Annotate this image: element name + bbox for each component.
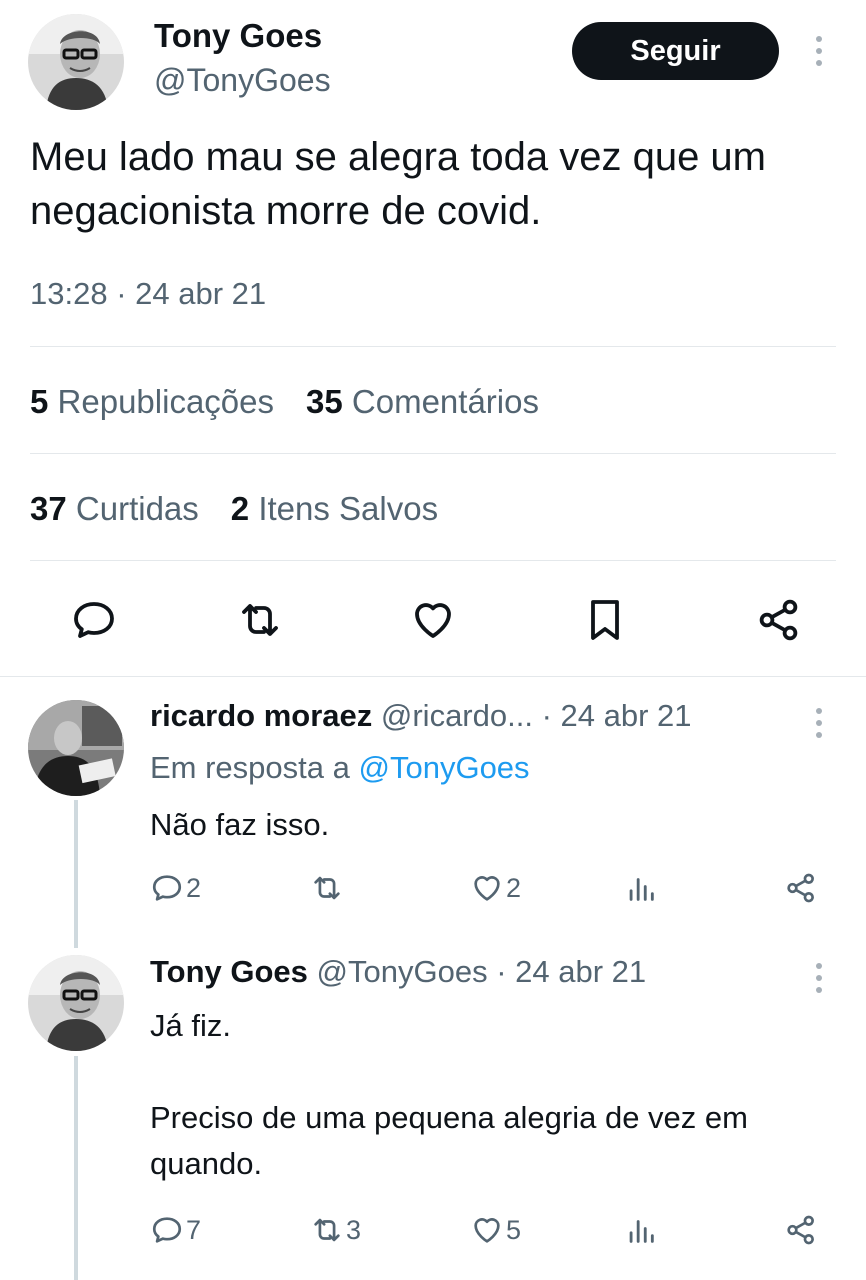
retweet-icon[interactable] <box>232 592 288 648</box>
reply-actions: 2 2 <box>0 868 866 908</box>
comments-stat[interactable]: 35 Comentários <box>306 380 539 424</box>
reply-text-line2: Preciso de uma pequena alegria de vez em… <box>150 1100 748 1181</box>
reposts-stat[interactable]: 5 Republicações <box>30 380 274 424</box>
heart-icon[interactable] <box>405 592 461 648</box>
reply-to-link[interactable]: @TonyGoes <box>359 750 530 785</box>
reply-icon <box>152 875 182 901</box>
views-icon[interactable] <box>624 1210 658 1250</box>
likes-stat[interactable]: 37 Curtidas <box>30 487 199 531</box>
reply-author-handle[interactable]: @TonyGoes <box>317 954 488 989</box>
saves-stat[interactable]: 2 Itens Salvos <box>231 487 438 531</box>
reply-icon[interactable] <box>66 592 122 648</box>
tweet-text: Meu lado mau se alegra toda vez que um n… <box>30 135 766 233</box>
divider <box>30 453 836 454</box>
author-handle[interactable]: @TonyGoes <box>154 60 331 100</box>
author-avatar[interactable] <box>28 14 124 110</box>
heart-icon <box>474 1218 500 1243</box>
share-icon[interactable] <box>784 868 818 908</box>
heart-icon <box>474 876 500 901</box>
reply-header: Tony Goes @TonyGoes · 24 abr 21 <box>150 952 646 992</box>
more-options-icon[interactable] <box>813 963 825 993</box>
retweet-icon <box>314 1218 340 1242</box>
tweet-actions <box>0 592 866 648</box>
divider <box>0 676 866 677</box>
retweet-icon <box>314 876 340 900</box>
share-icon[interactable] <box>751 592 807 648</box>
bookmark-icon[interactable] <box>577 592 633 648</box>
stats-row-2: 37 Curtidas 2 Itens Salvos <box>30 487 438 531</box>
reply-reply-button[interactable]: 2 <box>150 868 201 908</box>
reply-retweet-button[interactable]: 3 <box>310 1210 361 1250</box>
reply-date[interactable]: · 24 abr 21 <box>496 954 646 989</box>
divider <box>30 346 836 347</box>
tweet-timestamp[interactable]: 13:28 · 24 abr 21 <box>30 272 266 316</box>
reply-to-line: Em resposta a @TonyGoes <box>150 750 530 785</box>
reply-avatar[interactable] <box>28 955 124 1051</box>
reply-header: ricardo moraez @ricardo... · 24 abr 21 <box>150 696 692 736</box>
reply-icon <box>152 1217 182 1243</box>
reply-text: Não faz isso. <box>150 807 330 842</box>
reply-reply-button[interactable]: 7 <box>150 1210 201 1250</box>
stats-row-1: 5 Republicações 35 Comentários <box>30 380 539 424</box>
reply-author-name[interactable]: ricardo moraez <box>150 698 372 733</box>
reply-retweet-button[interactable] <box>310 868 346 908</box>
reply-actions: 7 3 5 <box>0 1210 866 1250</box>
reply-date[interactable]: · 24 abr 21 <box>542 698 692 733</box>
divider <box>30 560 836 561</box>
views-icon[interactable] <box>624 868 658 908</box>
reply-avatar[interactable] <box>28 700 124 796</box>
author-name[interactable]: Tony Goes <box>154 16 322 56</box>
more-options-icon[interactable] <box>813 708 825 738</box>
more-options-icon[interactable] <box>813 36 825 66</box>
reply-author-name[interactable]: Tony Goes <box>150 954 308 989</box>
reply-like-button[interactable]: 5 <box>470 1210 521 1250</box>
follow-button[interactable]: Seguir <box>572 22 779 80</box>
reply-like-button[interactable]: 2 <box>470 868 521 908</box>
share-icon[interactable] <box>784 1210 818 1250</box>
reply-text-line1: Já fiz. <box>150 1008 231 1043</box>
reply-author-handle[interactable]: @ricardo... <box>381 698 533 733</box>
